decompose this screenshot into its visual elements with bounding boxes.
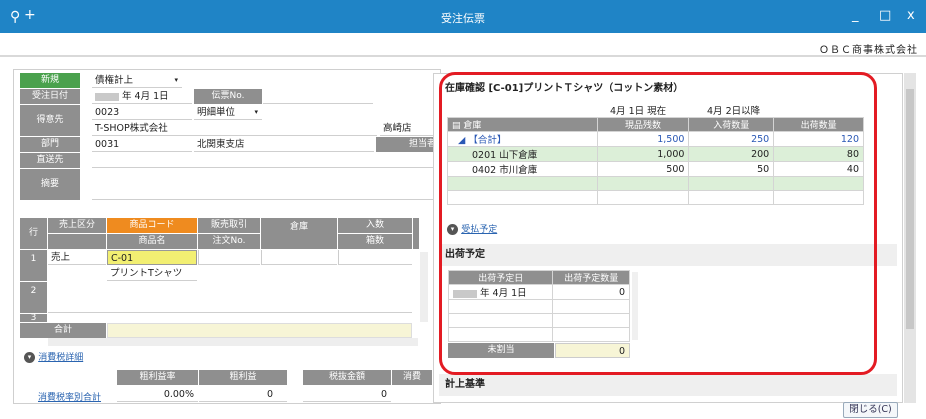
tax-rate-total-link[interactable]: 消費税率別合計 [38, 390, 101, 403]
detail-unit-select[interactable]: 明細単位 ▾ [194, 105, 262, 120]
summary-input[interactable] [92, 169, 437, 200]
row-sales-type[interactable]: 売上 [48, 250, 106, 265]
total-row [107, 323, 412, 338]
order-date-label: 受注日付 [20, 89, 80, 104]
store-name: 高崎店 [380, 121, 435, 136]
sales-type-header: 売上区分 [48, 218, 106, 233]
order-date-value: 年 4月 1日 [122, 91, 169, 102]
dept-label: 部門 [20, 137, 80, 152]
gross-profit-value: 0 [199, 387, 287, 402]
close-button[interactable]: 閉じる(C) [843, 402, 898, 418]
grid-horizontal-scrollbar[interactable] [48, 338, 418, 346]
maximize-button[interactable]: □ [879, 8, 891, 23]
mode-value: 債権計上 [95, 75, 134, 86]
row-warehouse[interactable] [261, 250, 337, 265]
sales-trade-header: 販売取引 [198, 218, 260, 233]
ship-to-input[interactable] [92, 153, 437, 168]
minimize-button[interactable]: _ [852, 8, 859, 23]
slip-no-input[interactable] [263, 89, 373, 104]
row-product-code[interactable]: C-01 [107, 250, 197, 265]
mode-select[interactable]: 債権計上 ▾ [92, 73, 182, 88]
summary-label: 摘要 [20, 169, 80, 200]
tax-amount-label: 消費 [392, 370, 432, 385]
panel-scrollbar-thumb[interactable] [906, 89, 914, 329]
order-date-input[interactable]: 年 4月 1日 [92, 89, 192, 104]
total-label: 合計 [20, 323, 106, 338]
row-qty[interactable] [338, 250, 412, 265]
excl-tax-label: 税抜金額 [303, 370, 391, 385]
dept-name: 北関東支店 [194, 137, 374, 152]
tax-detail-link[interactable]: 消費税詳細 [38, 353, 83, 363]
row-number: 2 [20, 282, 47, 313]
highlight-frame [439, 72, 877, 375]
warehouse-header: 倉庫 [261, 218, 337, 249]
gross-profit-label: 粗利益 [199, 370, 287, 385]
product-code-header: 商品コード [107, 218, 197, 233]
chevron-down-icon: ▾ [174, 76, 178, 84]
gross-margin-value: 0.00% [117, 387, 198, 402]
gross-margin-label: 粗利益率 [117, 370, 198, 385]
customer-name: T-SHOP株式会社 [92, 121, 377, 136]
product-name-header: 商品名 [107, 234, 197, 249]
qty-header: 入数 [338, 218, 412, 233]
row-sales-trade[interactable] [198, 250, 260, 265]
window-title: 受注伝票 [441, 12, 485, 25]
company-name: ＯＢＣ商事株式会社 [819, 45, 918, 56]
row-product-name[interactable]: プリントTシャツ [107, 266, 197, 281]
customer-code-input[interactable]: 0023 [92, 105, 192, 120]
close-window-button[interactable]: x [907, 8, 915, 23]
tax-detail-toggle[interactable]: ▾ 消費税詳細 [24, 350, 83, 363]
customer-label: 得意先 [20, 105, 80, 136]
staff-label: 担当者 [376, 137, 440, 152]
chevron-down-icon: ▾ [254, 108, 258, 116]
row-header: 行 [20, 218, 47, 249]
excl-tax-value: 0 [303, 387, 391, 402]
chevron-down-icon: ▾ [24, 351, 35, 363]
table-row[interactable] [48, 282, 412, 313]
row-number: 3 [20, 314, 47, 323]
window-titlebar: ⚲ + 受注伝票 _ □ x [0, 0, 926, 33]
order-no-header: 注文No. [198, 234, 260, 249]
ship-to-label: 直送先 [20, 153, 80, 168]
row-number: 1 [20, 250, 47, 281]
detail-unit-value: 明細単位 [197, 107, 236, 118]
slip-no-label: 伝票No. [194, 89, 262, 104]
grid-header-edge [413, 218, 419, 249]
new-label: 新規 [20, 73, 80, 88]
calc-base-title: 計上基準 [439, 374, 897, 396]
grid-vertical-scrollbar[interactable] [420, 252, 428, 322]
sales-type-sub-header [48, 234, 106, 249]
divider [0, 55, 926, 57]
box-header: 箱数 [338, 234, 412, 249]
dept-code-input[interactable]: 0031 [92, 137, 192, 152]
